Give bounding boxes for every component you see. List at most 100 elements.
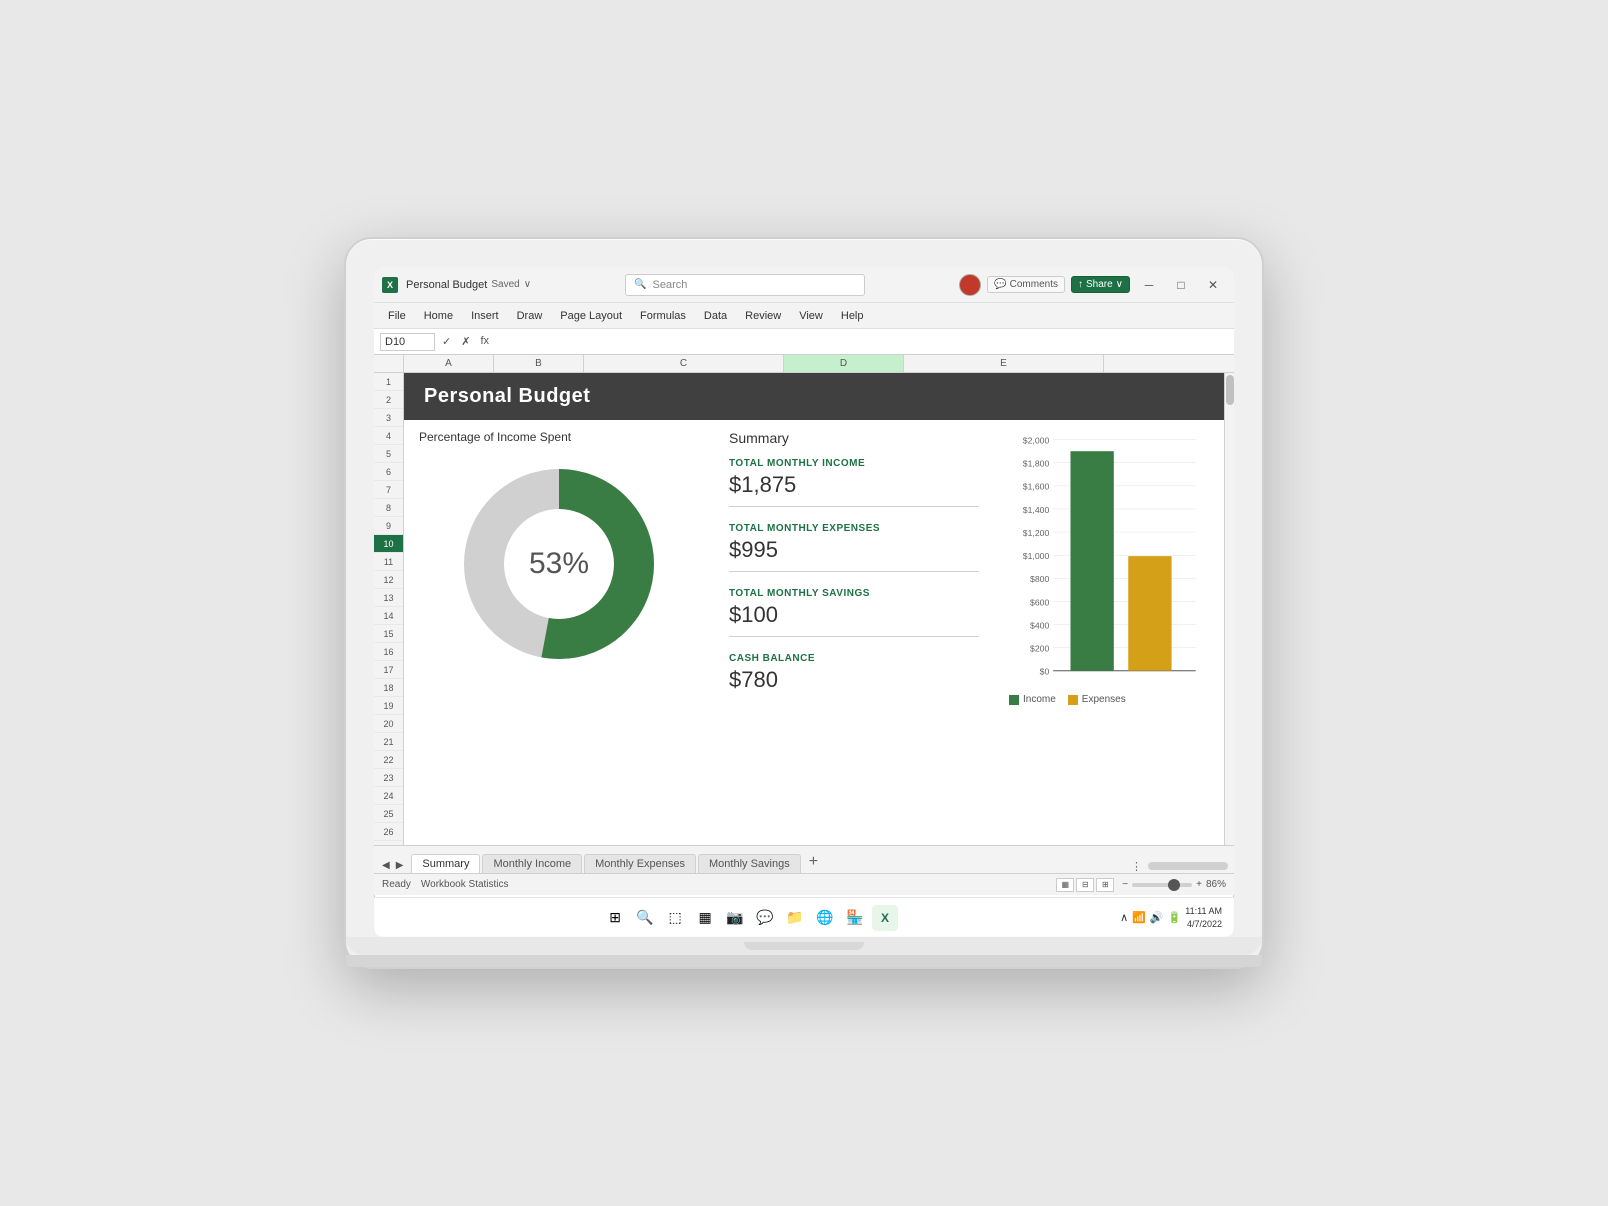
cancel-icon[interactable]: ✗	[458, 334, 473, 349]
close-button[interactable]: ✕	[1200, 276, 1226, 294]
chevron-icon[interactable]: ∧	[1120, 911, 1128, 924]
cell-reference[interactable]: D10	[380, 333, 435, 351]
row-19: 19	[374, 697, 403, 715]
system-icons: ∧ 📶 🔊 🔋	[1120, 911, 1181, 924]
zoom-out-btn[interactable]: −	[1122, 879, 1128, 890]
share-icon: ↑	[1078, 279, 1083, 290]
taskbar-chat[interactable]: 💬	[752, 905, 778, 931]
content-area: Personal Budget Percentage of Income Spe…	[404, 373, 1224, 845]
row-9: 9	[374, 517, 403, 535]
screen: X Personal Budget Saved ∨ 🔍 Search 💬 Com…	[374, 267, 1234, 937]
page-break-btn[interactable]: ⊞	[1096, 878, 1114, 892]
taskbar-taskview[interactable]: ⬚	[662, 905, 688, 931]
menu-file[interactable]: File	[380, 308, 414, 324]
row-numbers: 1 2 3 4 5 6 7 8 9 10 11 12 13 14 15 16 1	[374, 373, 404, 845]
comments-button[interactable]: 💬 Comments	[987, 276, 1065, 293]
row-26: 26	[374, 823, 403, 841]
svg-text:$1,000: $1,000	[1023, 551, 1050, 561]
search-box[interactable]: 🔍 Search	[625, 274, 865, 296]
corner-header	[374, 355, 404, 372]
taskbar-store[interactable]: 🏪	[842, 905, 868, 931]
row-15: 15	[374, 625, 403, 643]
menu-formulas[interactable]: Formulas	[632, 308, 694, 324]
row-14: 14	[374, 607, 403, 625]
taskbar-excel[interactable]: X	[872, 905, 898, 931]
zoom-control: − + 86%	[1122, 879, 1226, 890]
title-bar: X Personal Budget Saved ∨ 🔍 Search 💬 Com…	[374, 267, 1234, 303]
menu-draw[interactable]: Draw	[509, 308, 551, 324]
taskbar-widgets[interactable]: ▦	[692, 905, 718, 931]
formula-bar: D10 ✓ ✗ fx	[374, 329, 1234, 355]
battery-icon[interactable]: 🔋	[1168, 911, 1182, 924]
taskbar-time[interactable]: 11:11 AM 4/7/2022	[1185, 905, 1222, 930]
save-status: Saved	[491, 279, 519, 290]
comments-icon: 💬	[994, 279, 1006, 290]
date-display: 4/7/2022	[1185, 918, 1222, 931]
scrollbar-horizontal[interactable]	[1148, 862, 1228, 870]
taskbar: ⊞ 🔍 ⬚ ▦ 📷 💬 📁 🌐 🏪 X ∧ 📶 🔊 🔋	[374, 897, 1234, 937]
dashboard: Percentage of Income Spent	[404, 420, 1224, 842]
zoom-level: 86%	[1206, 879, 1226, 890]
svg-text:$800: $800	[1030, 574, 1049, 584]
share-button[interactable]: ↑ Share ∨	[1071, 276, 1130, 293]
income-bar	[1070, 451, 1113, 671]
taskbar-edge[interactable]: 🌐	[812, 905, 838, 931]
menu-view[interactable]: View	[791, 308, 831, 324]
volume-icon[interactable]: 🔊	[1150, 911, 1164, 924]
income-legend-label: Income	[1023, 694, 1056, 705]
normal-view-btn[interactable]: ▦	[1056, 878, 1074, 892]
checkmark-icon[interactable]: ✓	[439, 334, 454, 349]
taskbar-teams[interactable]: 📷	[722, 905, 748, 931]
taskbar-start[interactable]: ⊞	[602, 905, 628, 931]
menu-data[interactable]: Data	[696, 308, 735, 324]
budget-title: Personal Budget	[404, 373, 1224, 420]
menu-insert[interactable]: Insert	[463, 308, 507, 324]
expenses-legend-label: Expenses	[1082, 694, 1126, 705]
tab-monthly-savings[interactable]: Monthly Savings	[698, 854, 801, 873]
tab-monthly-expenses[interactable]: Monthly Expenses	[584, 854, 696, 873]
row-24: 24	[374, 787, 403, 805]
taskbar-explorer[interactable]: 📁	[782, 905, 808, 931]
laptop-base	[346, 937, 1262, 955]
zoom-slider[interactable]	[1132, 883, 1192, 887]
excel-icon: X	[382, 277, 398, 293]
sheet-nav: ◀ ▶	[380, 858, 405, 873]
layout-view-btn[interactable]: ⊟	[1076, 878, 1094, 892]
nav-left[interactable]: ◀	[380, 858, 392, 873]
menu-help[interactable]: Help	[833, 308, 872, 324]
workbook-stats[interactable]: Workbook Statistics	[421, 879, 509, 890]
zoom-in-btn[interactable]: +	[1196, 879, 1202, 890]
row-25: 25	[374, 805, 403, 823]
add-sheet-button[interactable]: +	[803, 851, 824, 873]
title-controls: 💬 Comments ↑ Share ∨ ─ □ ✕	[959, 274, 1226, 296]
legend-income: Income	[1009, 694, 1056, 705]
sheet-options[interactable]: ⋮	[1131, 860, 1142, 873]
row-8: 8	[374, 499, 403, 517]
scrollbar-vertical[interactable]	[1224, 373, 1234, 845]
menu-review[interactable]: Review	[737, 308, 789, 324]
row-5: 5	[374, 445, 403, 463]
nav-right[interactable]: ▶	[394, 858, 406, 873]
column-headers: A B C D E	[374, 355, 1234, 373]
tab-monthly-income[interactable]: Monthly Income	[482, 854, 582, 873]
svg-text:$1,800: $1,800	[1023, 459, 1050, 469]
summary-title: Summary	[729, 430, 979, 446]
rows-area: 1 2 3 4 5 6 7 8 9 10 11 12 13 14 15 16 1	[374, 373, 1234, 845]
search-placeholder: Search	[653, 279, 688, 291]
expenses-legend-dot	[1068, 695, 1078, 705]
svg-text:$200: $200	[1030, 643, 1049, 653]
row-2: 2	[374, 391, 403, 409]
wifi-icon[interactable]: 📶	[1132, 911, 1146, 924]
expenses-bar	[1128, 556, 1171, 671]
fx-icon[interactable]: fx	[477, 334, 492, 349]
menu-page-layout[interactable]: Page Layout	[552, 308, 630, 324]
chart-left: Percentage of Income Spent	[419, 430, 699, 832]
minimize-button[interactable]: ─	[1136, 276, 1162, 294]
maximize-button[interactable]: □	[1168, 276, 1194, 294]
row-17: 17	[374, 661, 403, 679]
taskbar-search[interactable]: 🔍	[632, 905, 658, 931]
cash-label: CASH BALANCE	[729, 653, 979, 664]
menu-home[interactable]: Home	[416, 308, 461, 324]
row-12: 12	[374, 571, 403, 589]
tab-summary[interactable]: Summary	[411, 854, 480, 873]
